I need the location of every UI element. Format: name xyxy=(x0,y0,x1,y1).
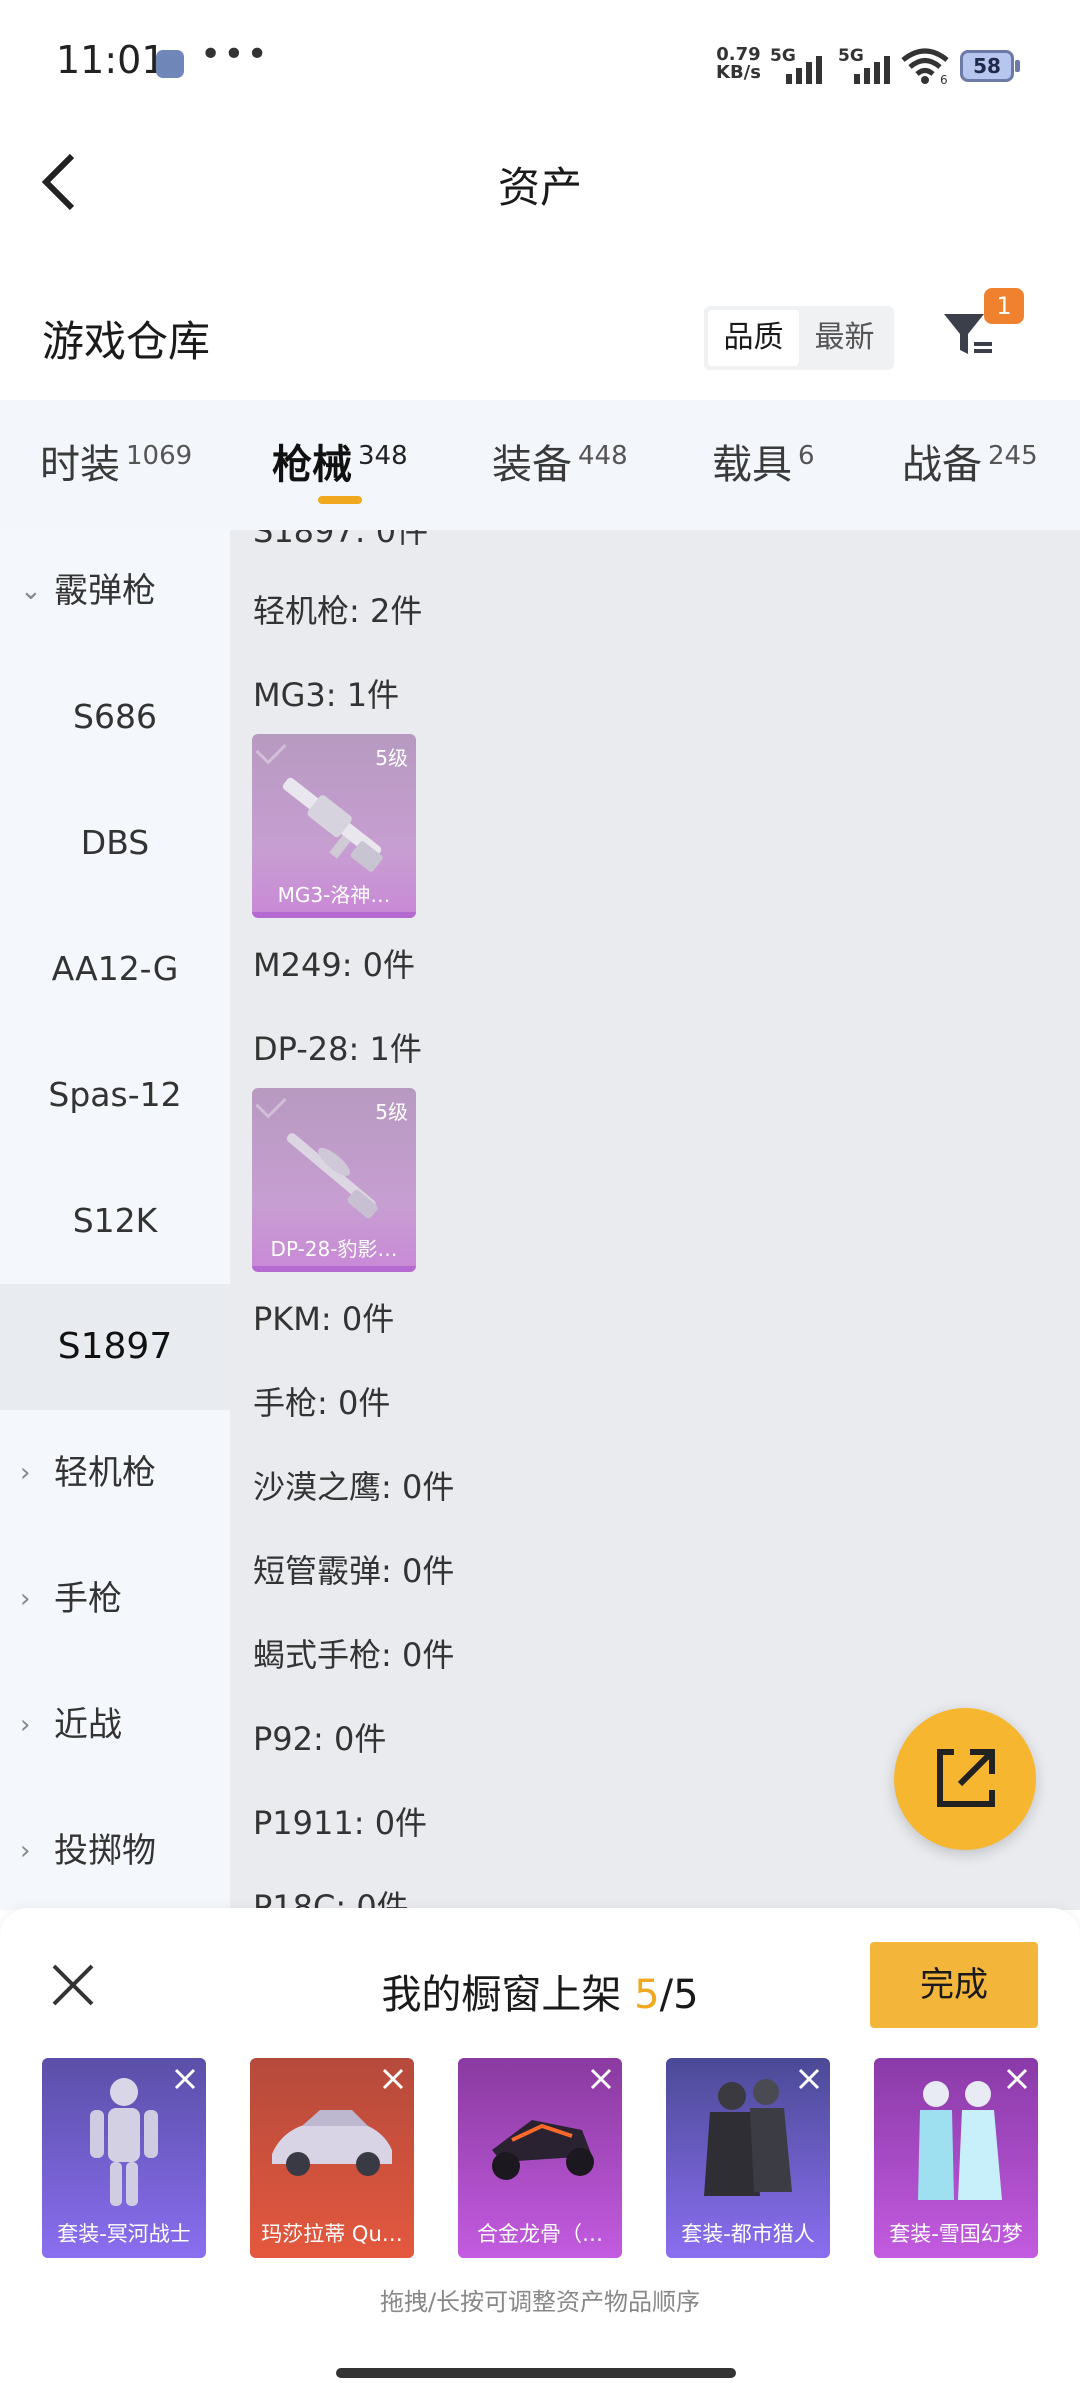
tab-count: 448 xyxy=(578,441,628,471)
showcase-item[interactable]: 玛莎拉蒂 Qu… xyxy=(250,2058,414,2258)
home-indicator[interactable] xyxy=(336,2368,736,2378)
rarity-bar xyxy=(666,2250,830,2258)
cell-signal-1-icon: 5G xyxy=(770,46,830,84)
sidebar-group-label: 手枪 xyxy=(54,1579,122,1619)
list-heading-p92: P92: 0件 xyxy=(253,1720,387,1758)
showcase-item-label: 套装-雪国幻梦 xyxy=(889,2222,1023,2246)
status-time: 11:01 xyxy=(56,38,166,82)
wifi-band-label: 6 xyxy=(940,73,948,86)
battery-icon: 58 xyxy=(960,50,1014,82)
sort-latest-button[interactable]: 最新 xyxy=(799,310,890,366)
chevron-right-icon: › xyxy=(20,1836,31,1866)
list-heading-pistol: 手枪: 0件 xyxy=(253,1384,391,1422)
list-heading-sawed: 短管霰弹: 0件 xyxy=(253,1552,455,1590)
more-notifications-icon: ••• xyxy=(200,34,270,75)
remove-item-icon[interactable] xyxy=(794,2064,824,2094)
showcase-current-count: 5 xyxy=(634,1972,660,2018)
sidebar-item-s12k[interactable]: S12K xyxy=(0,1158,230,1284)
remove-item-icon[interactable] xyxy=(170,2064,200,2094)
sidebar-group-label: 轻机枪 xyxy=(54,1453,156,1493)
showcase-item-label: 套装-冥河战士 xyxy=(57,2222,191,2246)
list-heading-deagle: 沙漠之鹰: 0件 xyxy=(253,1468,455,1506)
remove-item-icon[interactable] xyxy=(1002,2064,1032,2094)
wifi-icon: 6 xyxy=(900,46,950,87)
machine-gun-icon xyxy=(282,777,383,872)
tab-supplies[interactable]: 战备 245 xyxy=(902,432,1038,490)
weapon-card-mg3[interactable]: 5级 MG3-洛神… xyxy=(252,734,416,918)
tab-label: 时装 xyxy=(40,442,120,488)
weapon-card-dp28[interactable]: 5级 DP-28-豹影… xyxy=(252,1088,416,1272)
filter-count-badge: 1 xyxy=(984,288,1024,324)
showcase-item-label: 套装-都市猎人 xyxy=(681,2222,815,2246)
tab-label: 装备 xyxy=(492,442,572,488)
remove-item-icon[interactable] xyxy=(586,2064,616,2094)
tab-count: 245 xyxy=(988,441,1038,471)
reorder-hint: 拖拽/长按可调整资产物品顺序 xyxy=(379,2288,701,2316)
tab-count: 348 xyxy=(358,441,408,471)
showcase-item[interactable]: 合金龙骨（… xyxy=(458,2058,622,2258)
network-speed-unit: KB/s xyxy=(716,62,761,83)
sidebar-group-pistol[interactable]: › 手枪 xyxy=(0,1536,230,1662)
sidebar-group-throwables[interactable]: › 投掷物 xyxy=(0,1788,230,1914)
chevron-right-icon: › xyxy=(20,1584,31,1614)
sidebar-item-s686[interactable]: S686 xyxy=(0,654,230,780)
tab-weapons[interactable]: 枪械 348 xyxy=(272,432,408,490)
chevron-down-icon: ⌄ xyxy=(20,576,42,606)
sidebar-group-label: 霰弹枪 xyxy=(54,571,156,611)
tab-label: 枪械 xyxy=(272,442,352,488)
done-button[interactable]: 完成 xyxy=(870,1942,1038,2028)
active-tab-indicator xyxy=(318,496,362,504)
showcase-item[interactable]: 套装-冥河战士 xyxy=(42,2058,206,2258)
tab-count: 1069 xyxy=(126,441,193,471)
tab-equipment[interactable]: 装备 448 xyxy=(492,432,628,490)
sort-quality-button[interactable]: 品质 xyxy=(708,310,799,366)
rarity-bar xyxy=(458,2250,622,2258)
sidebar-item-aa12g[interactable]: AA12-G xyxy=(0,906,230,1032)
app-notification-icon xyxy=(156,50,184,78)
showcase-item-label: 合金龙骨（… xyxy=(477,2222,603,2246)
showcase-item[interactable]: 套装-都市猎人 xyxy=(666,2058,830,2258)
sidebar-group-melee[interactable]: › 近战 xyxy=(0,1662,230,1788)
sidebar-group-lmg[interactable]: › 轻机枪 xyxy=(0,1410,230,1536)
tab-count: 6 xyxy=(798,441,815,471)
sort-toggle: 品质 最新 xyxy=(704,306,894,370)
sidebar-item-spas12[interactable]: Spas-12 xyxy=(0,1032,230,1158)
list-heading-p1911: P1911: 0件 xyxy=(253,1804,428,1842)
machine-gun-icon xyxy=(286,1133,378,1219)
list-heading-mg3: MG3: 1件 xyxy=(253,676,400,714)
list-heading-lmg: 轻机枪: 2件 xyxy=(253,592,423,630)
tab-vehicles[interactable]: 载具 6 xyxy=(712,432,815,490)
rarity-bar xyxy=(874,2250,1038,2258)
share-external-icon xyxy=(937,1749,995,1807)
tab-fashion[interactable]: 时装 1069 xyxy=(40,432,192,490)
rarity-bar xyxy=(250,2250,414,2258)
sidebar-group-shotgun[interactable]: ⌄ 霰弹枪 xyxy=(0,528,230,654)
item-name: DP-28-豹影… xyxy=(270,1237,398,1261)
showcase-item-label: 玛莎拉蒂 Qu… xyxy=(261,2222,403,2246)
tab-label: 战备 xyxy=(902,442,982,488)
list-heading-pkm: PKM: 0件 xyxy=(253,1300,395,1338)
sidebar-item-dbs[interactable]: DBS xyxy=(0,780,230,906)
chevron-right-icon: › xyxy=(20,1710,31,1740)
sidebar-item-s1897[interactable]: S1897 xyxy=(0,1284,230,1410)
battery-tip xyxy=(1015,60,1020,72)
item-name: MG3-洛神… xyxy=(277,883,391,907)
section-title: 游戏仓库 xyxy=(42,317,211,366)
remove-item-icon[interactable] xyxy=(378,2064,408,2094)
rarity-bar xyxy=(42,2250,206,2258)
showcase-total-count: /5 xyxy=(659,1972,699,2018)
showcase-title-text: 我的橱窗上架 xyxy=(381,1972,635,2018)
list-heading-skorpion: 蝎式手枪: 0件 xyxy=(253,1636,455,1674)
list-heading-m249: M249: 0件 xyxy=(253,946,416,984)
sidebar-group-label: 投掷物 xyxy=(54,1831,156,1871)
sidebar-group-label: 近战 xyxy=(54,1705,122,1745)
network-speed: 0.79 KB/s xyxy=(716,46,761,82)
cell-signal-2-icon: 5G xyxy=(838,46,898,84)
chevron-right-icon: › xyxy=(20,1458,31,1488)
page-title: 资产 xyxy=(497,163,582,212)
share-button[interactable] xyxy=(894,1708,1036,1850)
showcase-item[interactable]: 套装-雪国幻梦 xyxy=(874,2058,1038,2258)
list-heading-dp28: DP-28: 1件 xyxy=(253,1030,422,1068)
tab-label: 载具 xyxy=(712,442,792,488)
